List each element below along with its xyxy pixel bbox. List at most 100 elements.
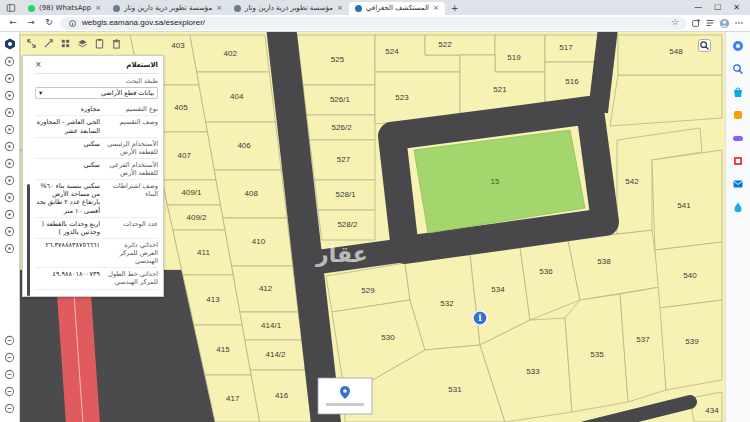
menu-icon[interactable] <box>734 18 744 28</box>
tool-icon[interactable] <box>4 209 15 220</box>
panel-header: الاستعلام× <box>35 60 158 74</box>
parcel[interactable] <box>162 180 221 205</box>
parcel-label: 532 <box>440 299 454 308</box>
parcel[interactable] <box>194 325 251 375</box>
home-icon[interactable] <box>4 38 16 50</box>
parcel[interactable] <box>214 170 287 218</box>
tool-icon[interactable] <box>4 56 15 67</box>
shopping-icon[interactable] <box>732 86 744 98</box>
attribute-row: عدد الوحداتاربع وحدات بالقطعة ( وحدتين ب… <box>35 218 158 239</box>
parcel[interactable] <box>405 254 480 350</box>
tool-icon[interactable] <box>4 124 15 135</box>
layer-dropdown[interactable]: بيانات قطع الأراضي▾ <box>35 87 158 99</box>
parcel[interactable] <box>425 35 495 55</box>
tab-close-button[interactable]: × <box>337 3 343 14</box>
map-toolbar-bottom <box>4 335 15 414</box>
bookmark-button[interactable]: ☆ <box>671 16 679 30</box>
tool-icon[interactable] <box>4 386 15 397</box>
parcel[interactable] <box>314 180 375 210</box>
tool-icon[interactable] <box>4 369 15 380</box>
nav-button[interactable]: ↻ <box>42 16 56 30</box>
tool-icon[interactable] <box>4 243 15 254</box>
parcel[interactable] <box>318 210 375 240</box>
parcel[interactable] <box>206 122 282 170</box>
parcel[interactable] <box>610 75 722 126</box>
search-icon[interactable] <box>698 39 711 52</box>
window-control-button[interactable]: ✕ <box>727 2 746 14</box>
tab-close-button[interactable]: × <box>216 3 222 14</box>
browser-tab[interactable]: مؤسسة تطوير ذرية دارين وتار× <box>228 2 349 15</box>
games-icon[interactable] <box>732 132 744 144</box>
parcel[interactable] <box>480 318 572 422</box>
tool-icon[interactable] <box>4 226 15 237</box>
window-control-button[interactable]: — <box>688 2 708 14</box>
url-field[interactable]: webgis.eamana.gov.sa/esexplorer/☆ <box>60 17 687 30</box>
tool-icon[interactable] <box>4 175 15 186</box>
copilot-icon[interactable] <box>732 40 744 52</box>
trash-icon[interactable] <box>111 38 122 49</box>
tool-icon[interactable] <box>4 352 15 363</box>
parcel[interactable] <box>495 35 545 72</box>
parcel[interactable] <box>183 275 242 325</box>
grid-icon[interactable] <box>60 38 71 49</box>
scrollbar-thumb[interactable] <box>27 184 30 296</box>
close-button[interactable]: × <box>35 60 42 70</box>
parcel[interactable] <box>245 340 305 370</box>
browser-tab[interactable]: (98) WhatsApp× <box>22 2 107 15</box>
nav-button[interactable]: → <box>24 16 38 30</box>
parcel[interactable] <box>173 230 233 275</box>
tool-icon[interactable] <box>4 107 15 118</box>
tools-icon[interactable] <box>732 109 744 121</box>
new-tab-button[interactable]: + <box>445 2 465 16</box>
tool-icon[interactable] <box>4 141 15 152</box>
arrows-icon[interactable] <box>43 38 54 49</box>
tool-icon[interactable] <box>4 335 15 346</box>
clipboard-icon[interactable] <box>94 38 105 49</box>
parcel[interactable] <box>655 242 722 308</box>
tool-icon[interactable] <box>4 90 15 101</box>
parcel-label: 407 <box>178 151 192 160</box>
parcel[interactable] <box>660 300 722 390</box>
search-icon[interactable] <box>732 63 744 75</box>
parcel[interactable] <box>620 287 666 402</box>
layers-icon[interactable] <box>77 38 88 49</box>
tool-icon[interactable] <box>4 158 15 169</box>
parcel[interactable] <box>223 218 293 266</box>
parcel[interactable] <box>197 72 276 122</box>
favicon-icon <box>355 5 362 12</box>
favorites-icon[interactable] <box>705 18 715 28</box>
parcel[interactable] <box>652 150 722 250</box>
tool-icon[interactable] <box>4 192 15 203</box>
sidebar-icon[interactable] <box>6 3 16 13</box>
outlook-icon[interactable] <box>732 178 744 190</box>
drop-icon[interactable] <box>732 201 744 213</box>
extensions-icon[interactable] <box>691 18 701 28</box>
tool-icon[interactable] <box>4 403 15 414</box>
parcel[interactable] <box>297 35 375 85</box>
map-view[interactable]: 15403405407409/1409/24114134154174024044… <box>0 32 725 422</box>
parcel[interactable] <box>205 375 260 422</box>
tab-close-button[interactable]: × <box>95 3 101 14</box>
parcel[interactable] <box>232 266 299 312</box>
parcel[interactable] <box>545 35 598 62</box>
window-control-button[interactable]: ☐ <box>708 2 727 14</box>
parcel[interactable] <box>240 312 302 340</box>
parcel[interactable] <box>565 294 628 412</box>
tool-icon[interactable] <box>4 73 15 84</box>
parcel[interactable] <box>250 370 311 422</box>
browser-tab[interactable]: المستكشف الجغرافي× <box>349 2 445 15</box>
nav-button[interactable]: ← <box>6 16 20 30</box>
office-icon[interactable] <box>732 155 744 167</box>
parcel[interactable] <box>618 35 722 75</box>
park[interactable] <box>414 130 585 233</box>
parcel[interactable] <box>190 35 269 72</box>
parcel[interactable] <box>303 85 375 115</box>
parcel[interactable] <box>167 205 225 230</box>
parcel[interactable] <box>307 115 375 140</box>
browser-tab[interactable]: مؤسسة تطوير ذرية دارين وتار× <box>107 2 228 15</box>
tab-close-button[interactable]: × <box>433 3 439 14</box>
info-marker[interactable]: i <box>473 311 487 325</box>
expand-icon[interactable] <box>26 38 37 49</box>
parcel[interactable] <box>310 140 375 180</box>
profile-icon[interactable] <box>719 18 730 29</box>
